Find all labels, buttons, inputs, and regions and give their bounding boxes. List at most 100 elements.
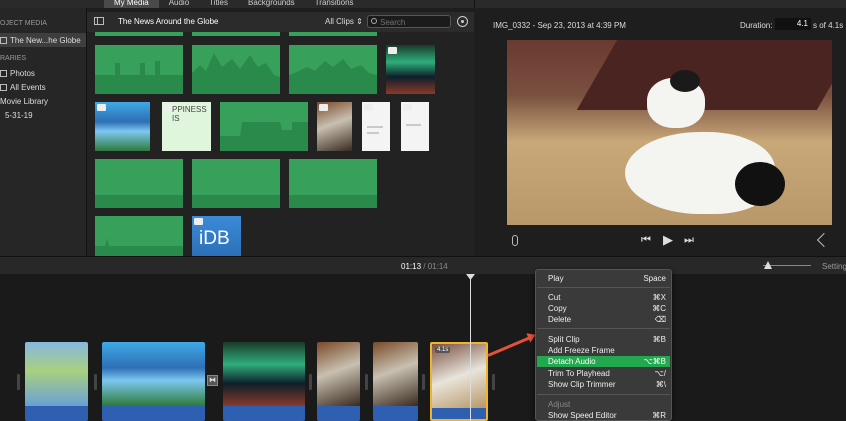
menu-item-adjust: Adjust (548, 400, 571, 409)
clip-handle[interactable] (17, 374, 20, 390)
menu-item-split-clip[interactable]: Split Clip ⌘B (537, 334, 670, 345)
audio-clip[interactable] (192, 45, 280, 94)
camera-icon (388, 47, 397, 54)
photo-thumbnail-waterfall[interactable] (95, 102, 150, 151)
sidebar-item-event-date[interactable]: 5-31-19 (5, 111, 33, 120)
menu-separator (537, 394, 670, 395)
play-icon[interactable]: ▶ (663, 233, 673, 246)
search-field[interactable] (367, 15, 451, 28)
playhead-handle[interactable] (466, 274, 475, 280)
timeline-clip-map[interactable] (25, 342, 88, 421)
menu-separator (537, 287, 670, 288)
timeline: ⧓ 4.1s (0, 274, 846, 421)
settings-button[interactable]: Settings (822, 262, 846, 271)
menu-item-detach-audio[interactable]: Detach Audio ⌥⌘B (537, 356, 670, 367)
microphone-icon[interactable] (512, 235, 518, 246)
clip-handle[interactable] (492, 374, 495, 390)
timeline-clip-dog[interactable] (317, 342, 360, 421)
libraries-header: RARIES (0, 55, 27, 62)
clips-filter-dropdown[interactable]: All Clips ⇕ (325, 17, 363, 26)
video-preview (507, 40, 832, 225)
photos-icon (0, 70, 7, 77)
photo-thumbnail-aurora[interactable] (386, 45, 435, 94)
happiness-text: PPINESS IS (172, 105, 207, 123)
camera-icon (194, 218, 203, 225)
event-title: The News Around the Globe (118, 17, 219, 26)
idb-logo-text: iDB (199, 228, 230, 249)
tab-my-media[interactable]: My Media (104, 0, 159, 8)
search-input[interactable] (380, 17, 448, 27)
photo-thumbnail-screenshot[interactable] (401, 102, 429, 151)
skip-back-icon[interactable]: ⏮ (641, 235, 651, 246)
playhead[interactable] (470, 274, 471, 421)
zoom-slider[interactable] (763, 261, 811, 269)
tab-titles[interactable]: Titles (199, 0, 238, 8)
viewer-header: IMG_0332 - Sep 23, 2013 at 4:39 PM Durat… (475, 8, 846, 38)
events-icon (0, 84, 7, 91)
audio-clip[interactable] (95, 45, 183, 94)
clip-handle[interactable] (365, 374, 368, 390)
menu-separator (537, 328, 670, 329)
photo-thumbnail-idb[interactable]: iDB (192, 216, 241, 256)
tab-audio[interactable]: Audio (159, 0, 199, 8)
gear-icon[interactable] (457, 16, 468, 27)
audio-clip[interactable] (95, 159, 183, 208)
menu-item-cut[interactable]: Cut ⌘X (537, 292, 670, 303)
timeline-clip-waterfall[interactable] (102, 342, 205, 421)
audio-clip[interactable] (95, 32, 183, 36)
camera-icon (97, 104, 106, 111)
photo-thumbnail-happiness[interactable]: PPINESS IS (162, 102, 211, 151)
timecode-total: 01:14 (427, 262, 448, 271)
timeline-clip-dog-2[interactable] (373, 342, 418, 421)
menu-item-show-clip-trimmer[interactable]: Show Clip Trimmer ⌘\ (537, 379, 670, 390)
film-icon (0, 36, 7, 44)
photo-thumbnail-dog[interactable] (317, 102, 352, 151)
sidebar-toggle-icon[interactable] (94, 17, 104, 25)
timeline-header: 01:13 / 01:14 Settings (0, 256, 846, 274)
audio-clip[interactable] (95, 216, 183, 256)
menu-item-show-speed-editor[interactable]: Show Speed Editor ⌘R (537, 410, 670, 421)
audio-clip[interactable] (289, 45, 377, 94)
duration-field[interactable]: 4.1 (775, 18, 811, 30)
audio-clip[interactable] (220, 102, 308, 151)
camera-icon (403, 104, 412, 111)
audio-clip[interactable] (289, 32, 377, 36)
clip-handle[interactable] (422, 374, 425, 390)
sidebar-item-project[interactable]: The New...he Globe (0, 33, 86, 47)
transition-icon[interactable]: ⧓ (207, 375, 218, 386)
menu-item-copy[interactable]: Copy ⌘C (537, 303, 670, 314)
menu-item-delete[interactable]: Delete ⌫ (537, 314, 670, 325)
clip-duration-badge: 4.1s (435, 347, 451, 353)
media-browser: PPINESS IS iDB (87, 32, 474, 256)
audio-clip[interactable] (289, 159, 377, 208)
timeline-clip-selected[interactable]: 4.1s (430, 342, 488, 421)
zoom-slider-knob[interactable] (764, 261, 772, 269)
sidebar-item-movie-library[interactable]: Movie Library (0, 97, 48, 106)
camera-icon (319, 104, 328, 111)
timeline-clip-aurora[interactable] (223, 342, 305, 421)
menu-item-trim-to-playhead[interactable]: Trim To Playhead ⌥/ (537, 368, 670, 379)
tab-transitions[interactable]: Transitions (305, 0, 364, 8)
clip-handle[interactable] (309, 374, 312, 390)
sidebar-item-photos[interactable]: Photos (0, 69, 35, 78)
camera-icon (364, 104, 373, 111)
sidebar-item-label: The New...he Globe (10, 35, 81, 45)
photo-thumbnail-screenshot[interactable] (362, 102, 390, 151)
menu-item-play[interactable]: Play Space (537, 273, 670, 284)
clip-handle[interactable] (94, 374, 97, 390)
sidebar-item-all-events[interactable]: All Events (0, 83, 46, 92)
top-bar: My Media Audio Titles Backgrounds Transi… (0, 0, 474, 8)
audio-clip[interactable] (192, 159, 280, 208)
menu-item-add-freeze-frame[interactable]: Add Freeze Frame (537, 345, 670, 356)
search-icon (371, 18, 377, 24)
sidebar-item-label: All Events (10, 83, 46, 92)
duration-total: s of 4.1s (813, 21, 844, 30)
browser-header: The News Around the Globe All Clips ⇕ (87, 12, 474, 32)
tab-backgrounds[interactable]: Backgrounds (238, 0, 305, 8)
viewer-toolbar (474, 0, 846, 8)
fullscreen-icon[interactable] (816, 232, 832, 248)
audio-clip[interactable] (192, 32, 280, 36)
skip-forward-icon[interactable]: ⏭ (684, 235, 694, 246)
sidebar-item-label: Photos (10, 69, 35, 78)
context-menu: Play Space Cut ⌘X Copy ⌘C Delete ⌫ Split Cli… (535, 269, 672, 421)
